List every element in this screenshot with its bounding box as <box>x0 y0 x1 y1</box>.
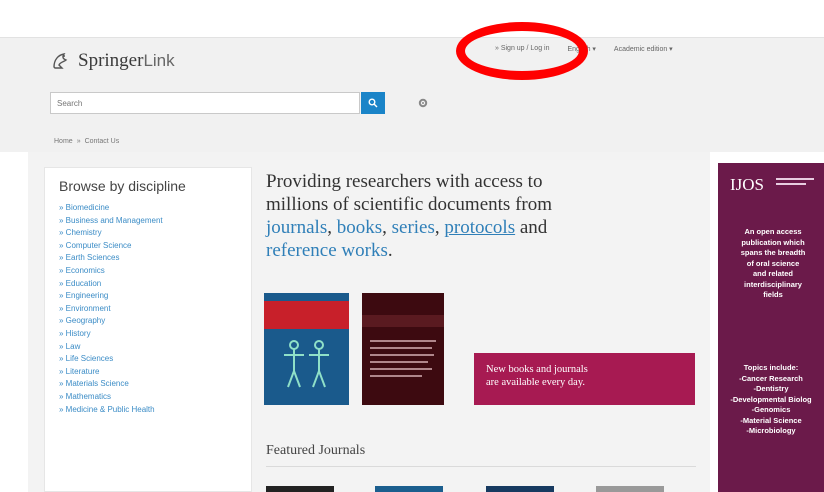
discipline-link[interactable]: » History <box>59 328 251 341</box>
new-books-promo-banner[interactable]: New books and journals are available eve… <box>474 353 695 405</box>
discipline-link[interactable]: » Law <box>59 341 251 354</box>
sign-up-login-link[interactable]: » Sign up / Log in <box>495 45 550 53</box>
book-cover-art <box>362 293 444 405</box>
ad-description: An open access publication which spans t… <box>724 227 822 301</box>
section-divider <box>266 466 696 467</box>
logo-name: Springer <box>78 50 144 71</box>
hero-and: and <box>515 217 548 238</box>
ad-description-line: An open access <box>744 227 802 236</box>
browse-by-discipline-panel: Browse by discipline » Biomedicine » Bus… <box>44 167 252 492</box>
featured-journal-cover[interactable] <box>596 486 664 492</box>
promo-line-1: New books and journals <box>486 364 588 375</box>
hero-comma: , <box>382 217 392 238</box>
springer-link-logo[interactable]: SpringerLink <box>50 50 175 72</box>
reference-works-link[interactable]: reference works <box>266 240 388 261</box>
discipline-link[interactable]: » Economics <box>59 265 251 278</box>
discipline-link[interactable]: » Literature <box>59 366 251 379</box>
ad-topic: -Genomics <box>751 405 791 414</box>
ad-topics: Topics include: -Cancer Research -Dentis… <box>718 363 824 437</box>
breadcrumb: Home » Contact Us <box>54 138 119 145</box>
ad-topic: -Material Science <box>740 415 802 425</box>
ad-topic: -Cancer Research <box>739 373 803 383</box>
search-icon <box>368 98 378 108</box>
discipline-link[interactable]: » Environment <box>59 303 251 316</box>
ijos-advertisement[interactable]: IJOS An open access publication which sp… <box>718 163 824 492</box>
discipline-link[interactable]: » Medicine & Public Health <box>59 404 251 417</box>
book-cover-art <box>264 293 349 405</box>
discipline-link[interactable]: » Earth Sciences <box>59 252 251 265</box>
books-link[interactable]: books <box>337 217 382 238</box>
logo-name-light: Link <box>143 51 175 70</box>
language-dropdown[interactable]: English ▾ <box>568 45 596 53</box>
ad-topic: -Microbiology <box>746 426 796 435</box>
breadcrumb-separator: » <box>76 138 81 145</box>
academic-edition-dropdown[interactable]: Academic edition ▾ <box>614 45 673 53</box>
discipline-link[interactable]: » Engineering <box>59 290 251 303</box>
book-cover-1[interactable] <box>264 293 349 405</box>
featured-journal-cover[interactable] <box>266 486 334 492</box>
ad-description-line: of oral science <box>746 258 800 268</box>
series-link[interactable]: series <box>392 217 435 238</box>
hero-text: Providing researchers with access to mil… <box>266 170 646 262</box>
search-options-button[interactable] <box>414 94 432 112</box>
hero-period: . <box>387 240 393 261</box>
gear-icon <box>418 98 428 108</box>
discipline-link[interactable]: » Business and Management <box>59 215 251 228</box>
discipline-link[interactable]: » Biomedicine <box>59 202 251 215</box>
ad-description-line: and related <box>752 269 793 278</box>
discipline-link[interactable]: » Education <box>59 278 251 291</box>
ad-description-line: publication which <box>741 237 805 247</box>
search-button[interactable] <box>361 92 385 114</box>
hero-comma: , <box>327 217 337 238</box>
ad-description-line: fields <box>763 290 783 299</box>
discipline-link[interactable]: » Chemistry <box>59 227 251 240</box>
ad-topic: -Dentistry <box>753 384 789 393</box>
breadcrumb-home[interactable]: Home <box>54 138 73 145</box>
book-cover-2[interactable] <box>362 293 444 405</box>
discipline-link[interactable]: » Mathematics <box>59 391 251 404</box>
ad-brand: IJOS <box>730 175 765 194</box>
ad-topic: -Developmental Biolog <box>730 394 812 404</box>
search-input[interactable] <box>50 92 360 114</box>
springer-horse-icon <box>53 53 68 69</box>
discipline-link[interactable]: » Computer Science <box>59 240 251 253</box>
top-navigation: » Sign up / Log in English ▾ Academic ed… <box>495 45 673 53</box>
journals-link[interactable]: journals <box>266 217 327 238</box>
discipline-link[interactable]: » Geography <box>59 315 251 328</box>
hero-line-3: journals, books, series, protocols and <box>266 216 646 239</box>
featured-journals-heading: Featured Journals <box>266 443 366 458</box>
ad-topics-title: Topics include: <box>743 363 799 372</box>
hero-line-4: reference works. <box>266 239 646 262</box>
discipline-list: » Biomedicine » Business and Management … <box>59 202 251 416</box>
hero-comma: , <box>434 217 445 238</box>
hero-line-2: millions of scientific documents from <box>266 194 553 215</box>
breadcrumb-contact[interactable]: Contact Us <box>85 138 120 145</box>
protocols-link[interactable]: protocols <box>444 217 515 238</box>
featured-journal-cover[interactable] <box>486 486 554 492</box>
logo-text: SpringerLink <box>78 50 175 72</box>
sidebar-title: Browse by discipline <box>59 178 186 194</box>
hero-line-1: Providing researchers with access to <box>266 171 543 192</box>
ad-description-line: spans the breadth <box>740 248 806 257</box>
discipline-link[interactable]: » Materials Science <box>59 378 251 391</box>
ad-journal-subtitle-graphic <box>776 178 814 185</box>
ad-description-line: interdisciplinary <box>744 279 802 289</box>
discipline-link[interactable]: » Life Sciences <box>59 353 251 366</box>
promo-line-2: are available every day. <box>486 377 586 388</box>
featured-journal-cover[interactable] <box>375 486 443 492</box>
